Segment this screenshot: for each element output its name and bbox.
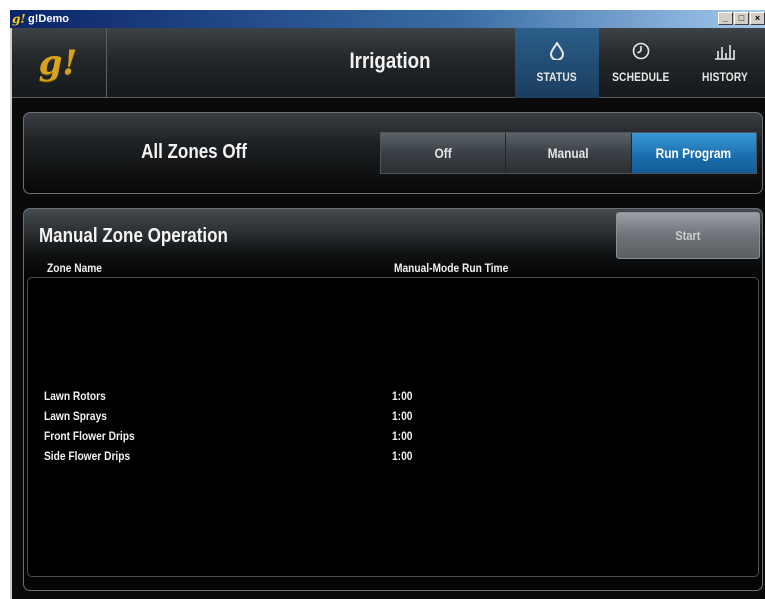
mode-off-button[interactable]: Off: [381, 133, 507, 173]
list-item[interactable]: Lawn Rotors 1:00: [28, 389, 758, 409]
zone-run-time: 1:00: [392, 449, 413, 463]
app-area: g! Irrigation STATUS SCHEDULE HISTORY Al…: [10, 28, 765, 599]
tab-history[interactable]: HISTORY: [683, 28, 765, 98]
app-icon: g!: [12, 11, 26, 26]
clock-icon: [632, 42, 650, 64]
tab-history-label: HISTORY: [702, 70, 748, 84]
mode-selector: Off Manual Run Program: [380, 132, 757, 174]
run-time-header: Manual-Mode Run Time: [394, 261, 509, 275]
window-titlebar[interactable]: g! g!Demo _ □ ×: [10, 10, 765, 28]
close-button[interactable]: ×: [750, 12, 765, 25]
bar-chart-icon: [714, 42, 736, 64]
tab-schedule[interactable]: SCHEDULE: [599, 28, 683, 98]
tab-status[interactable]: STATUS: [515, 28, 599, 98]
minimize-button[interactable]: _: [718, 12, 733, 25]
zone-name: Lawn Sprays: [44, 409, 107, 423]
mode-manual-label: Manual: [547, 145, 589, 161]
list-item[interactable]: Lawn Sprays 1:00: [28, 409, 758, 429]
zone-run-time: 1:00: [392, 429, 413, 443]
zone-name-header: Zone Name: [47, 261, 102, 275]
tab-schedule-label: SCHEDULE: [612, 70, 670, 84]
zone-run-time: 1:00: [392, 389, 413, 403]
list-item[interactable]: Side Flower Drips 1:00: [28, 449, 758, 469]
window-title: g!Demo: [28, 13, 69, 25]
mode-off-label: Off: [434, 145, 452, 161]
header-bar: g! Irrigation STATUS SCHEDULE HISTORY: [10, 28, 765, 98]
zone-name: Front Flower Drips: [44, 429, 135, 443]
drop-icon: [549, 41, 565, 64]
window-frame-left: [10, 28, 12, 599]
zone-name: Lawn Rotors: [44, 389, 106, 403]
window-controls: _ □ ×: [718, 12, 765, 25]
mode-manual-button[interactable]: Manual: [506, 133, 632, 173]
mode-run-program-button[interactable]: Run Program: [631, 133, 756, 173]
tab-status-label: STATUS: [536, 70, 578, 84]
page-title: Irrigation: [349, 48, 431, 73]
mode-run-program-label: Run Program: [656, 145, 732, 161]
zone-list[interactable]: Lawn Rotors 1:00 Lawn Sprays 1:00 Front …: [27, 277, 759, 577]
manual-zone-panel: Manual Zone Operation Start Zone Name Ma…: [23, 208, 763, 591]
manual-panel-title: Manual Zone Operation: [39, 225, 228, 247]
zone-run-time: 1:00: [392, 409, 413, 423]
maximize-button[interactable]: □: [734, 12, 749, 25]
zones-status-text: All Zones Off: [141, 141, 247, 163]
nav-tabs: STATUS SCHEDULE HISTORY: [515, 28, 765, 98]
logo-container: g!: [10, 28, 107, 98]
start-button-label: Start: [675, 228, 701, 243]
mode-panel: All Zones Off Off Manual Run Program: [23, 112, 763, 194]
start-button[interactable]: Start: [616, 212, 760, 259]
logo: g!: [38, 43, 78, 83]
list-item[interactable]: Front Flower Drips 1:00: [28, 429, 758, 449]
zone-name: Side Flower Drips: [44, 449, 131, 463]
